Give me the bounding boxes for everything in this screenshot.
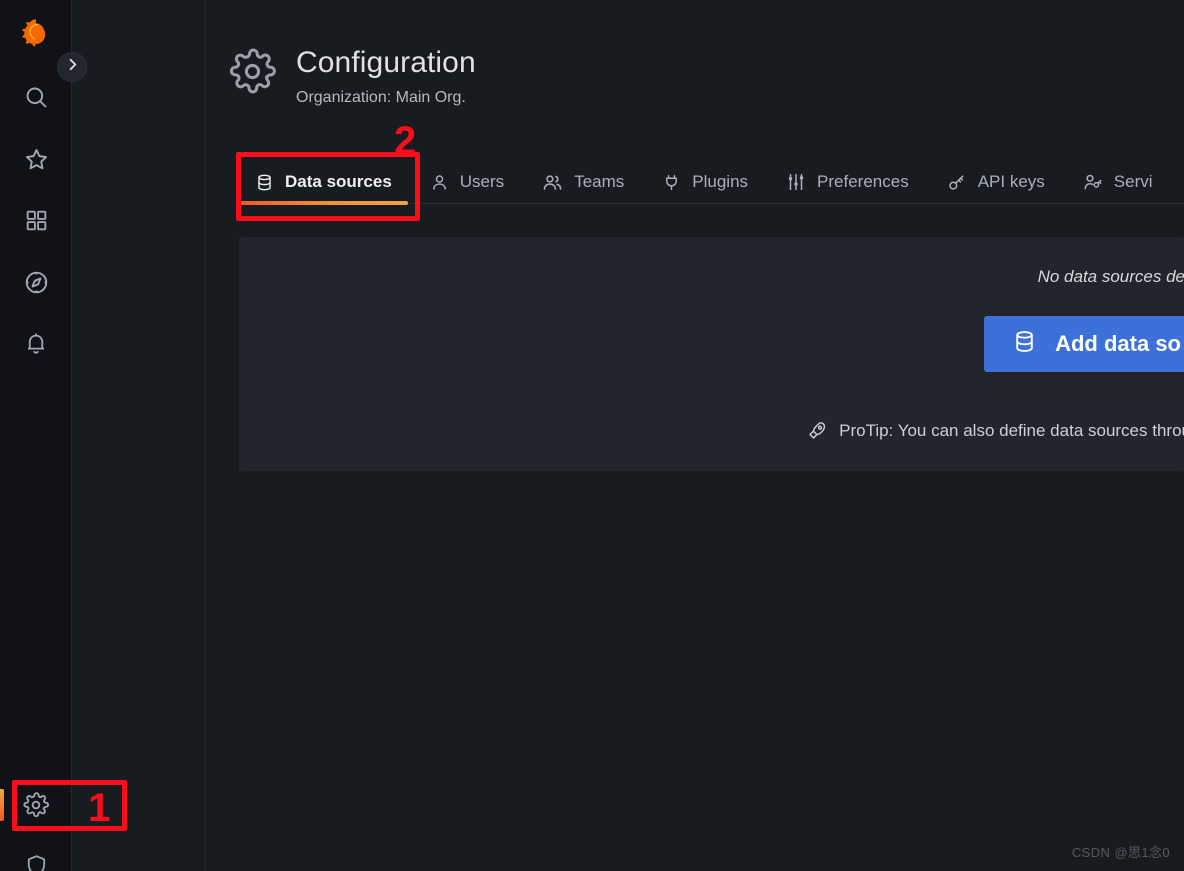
rocket-icon (807, 420, 828, 441)
main-sidebar (0, 0, 87, 871)
protip-text: ProTip: You can also define data sources… (839, 420, 1184, 440)
sidebar-item-alerting[interactable] (0, 319, 72, 367)
page-inner: Configuration Organization: Main Org. Da… (205, 0, 1184, 871)
database-icon (255, 173, 274, 192)
grafana-configuration-page: Configuration Organization: Main Org. Da… (0, 0, 1184, 871)
sidebar-item-dashboards[interactable] (0, 196, 72, 244)
database-icon (1012, 329, 1037, 360)
tab-teams[interactable]: Teams (526, 160, 640, 204)
gear-icon (229, 44, 276, 100)
sidebar-collapse-toggle[interactable] (57, 52, 87, 82)
tab-label: API keys (977, 172, 1045, 191)
sidebar-item-search[interactable] (0, 73, 72, 121)
tab-service-accounts[interactable]: Servi (1067, 160, 1169, 204)
sidebar-item-server-admin[interactable] (0, 841, 72, 871)
empty-state-message: No data sources de (1037, 267, 1184, 286)
tab-users[interactable]: Users (414, 160, 520, 204)
tab-data-sources[interactable]: Data sources (239, 160, 408, 205)
search-icon (23, 84, 50, 111)
chevron-right-icon (65, 57, 80, 77)
tab-label: Plugins (692, 172, 749, 191)
users-alt-icon (542, 172, 563, 193)
user-icon (430, 173, 449, 192)
compass-icon (23, 269, 50, 296)
sidebar-item-starred[interactable] (0, 135, 72, 183)
tab-api-keys[interactable]: API keys (931, 160, 1061, 204)
add-data-source-label: Add data so (1055, 331, 1181, 356)
tab-label: Data sources (285, 172, 392, 191)
tab-label: Servi (1113, 172, 1153, 191)
tab-label: Preferences (817, 172, 909, 191)
tab-label: Teams (574, 172, 625, 191)
content-wrapper: Configuration Organization: Main Org. Da… (72, 0, 1184, 871)
page-header: Configuration Organization: Main Org. (229, 44, 476, 108)
data-sources-empty-panel: No data sources de Add data so ProTip: Y… (239, 237, 1184, 471)
tab-preferences[interactable]: Preferences (770, 160, 925, 204)
key-skeleton-icon (947, 172, 967, 192)
page-title-block: Configuration Organization: Main Org. (296, 44, 476, 108)
sidebar-item-explore[interactable] (0, 258, 72, 306)
bell-icon (23, 330, 49, 356)
protip-row: ProTip: You can also define data sources… (807, 420, 1184, 441)
user-key-icon (1083, 172, 1103, 192)
grafana-logo-icon (18, 16, 54, 57)
sidebar-item-configuration[interactable] (0, 781, 72, 829)
page-title: Configuration (296, 46, 476, 79)
sliders-icon (786, 172, 806, 192)
apps-grid-icon (24, 208, 49, 233)
configuration-tabs: Data sources Users Teams Plugins Prefere… (239, 160, 1175, 205)
tab-plugins[interactable]: Plugins (646, 160, 764, 204)
star-icon (23, 146, 50, 173)
shield-icon (24, 853, 49, 871)
page-subtitle: Organization: Main Org. (296, 89, 466, 106)
plug-icon (662, 173, 681, 192)
gear-icon (23, 792, 49, 818)
watermark: CSDN @思1念0 (1071, 845, 1170, 860)
grafana-logo[interactable] (0, 12, 72, 60)
tab-label: Users (459, 172, 505, 191)
add-data-source-button[interactable]: Add data so (984, 316, 1184, 372)
